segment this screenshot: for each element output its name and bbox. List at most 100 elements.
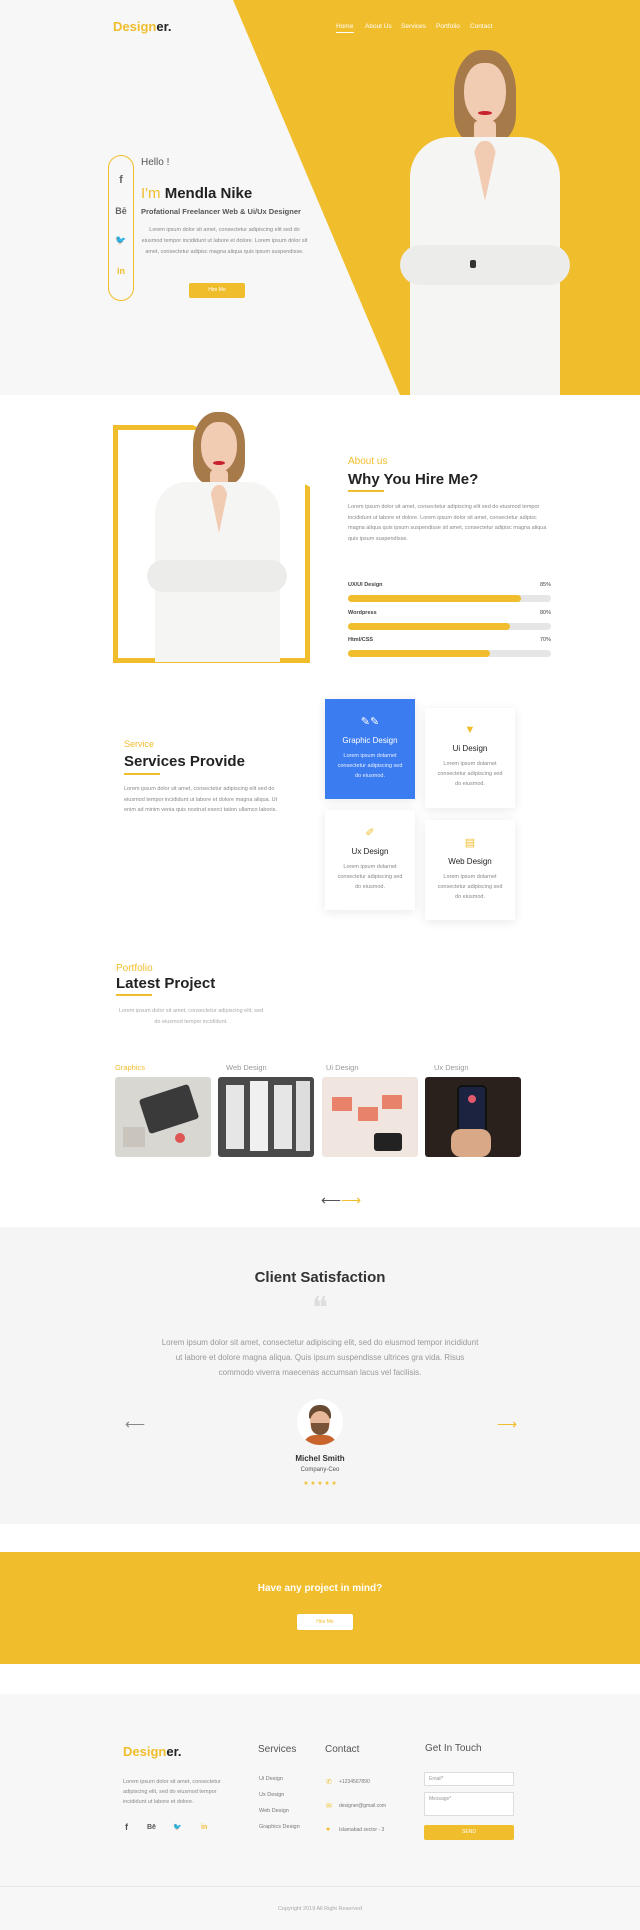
footer-link-ui-design[interactable]: Ui Design [259, 1776, 283, 1782]
send-button[interactable]: SEND [424, 1825, 514, 1840]
footer-contact-title: Contact [325, 1744, 360, 1755]
project-image-web-design[interactable] [218, 1077, 314, 1157]
rating-stars-icon: ★ ★ ★ ★ ★ [303, 1481, 337, 1487]
about-portrait-image [135, 410, 300, 662]
service-card-graphic-design[interactable]: ✎✎ Graphic Design Lorem ipsum dolarnet c… [325, 699, 415, 799]
service-card-ux-design[interactable]: ✐ Ux Design Lorem ipsum dolarnet consect… [325, 810, 415, 910]
footer-link-web-design[interactable]: Web Design [259, 1808, 289, 1814]
skill-bar [348, 650, 551, 657]
service-card-title: Web Design [448, 857, 492, 866]
testimonial-title: Client Satisfaction [254, 1269, 386, 1286]
services-text: Lorem ipsum dolor sit amet, consectetur … [124, 786, 278, 813]
footer-link-graphics-design[interactable]: Graphics Design [259, 1824, 300, 1830]
avatar [297, 1399, 343, 1445]
nav-services[interactable]: Services [401, 23, 426, 30]
portfolio-text: Lorem ipsum dolor sit amet, consectetur … [118, 1008, 264, 1025]
hero-section: Designer. Home About Us Services Portfol… [0, 0, 640, 395]
about-label: About us [348, 456, 388, 467]
hire-me-button[interactable]: Hire Me [189, 283, 245, 298]
palette-icon: ✎✎ [360, 716, 380, 728]
service-card-text: Lorem ipsum dolarnet consectetur adipisc… [437, 761, 503, 787]
footer-link-ux-design[interactable]: Ux Design [259, 1792, 284, 1798]
portfolio-underline [116, 994, 152, 996]
skill-percent: 70% [539, 637, 551, 643]
service-card-text: Lorem ipsum dolarnet consectetur adipisc… [337, 864, 403, 890]
footer-email-input[interactable]: Email* [424, 1772, 514, 1786]
skill-bar-fill [348, 595, 521, 602]
tab-web-design[interactable]: Web Design [226, 1063, 267, 1072]
service-card-title: Ui Design [452, 744, 488, 753]
tab-graphics[interactable]: Graphics [115, 1063, 145, 1072]
portfolio-label: Portfolio [116, 963, 153, 974]
service-card-web-design[interactable]: ▤ Web Design Lorem ipsum dolarnet consec… [425, 820, 515, 920]
portfolio-title: Latest Project [116, 975, 216, 992]
client-name: Michel Smith [295, 1454, 345, 1463]
copyright: Copyright 2019 All Right Reserved [277, 1906, 363, 1912]
service-card-title: Ux Design [351, 847, 389, 856]
service-card-title: Graphic Design [342, 736, 398, 745]
footer-facebook-icon[interactable]: f [125, 1822, 128, 1832]
services-label: Service [124, 739, 155, 749]
facebook-icon[interactable]: f [109, 174, 133, 186]
skill-bar [348, 595, 551, 602]
service-card-text: Lorem ipsum dolarnet consectetur adipisc… [437, 874, 503, 900]
linkedin-icon[interactable]: in [109, 266, 133, 276]
skill-bar-fill [348, 650, 491, 657]
hero-portrait-image [380, 45, 590, 395]
mail-icon: ✉ [326, 1803, 332, 1810]
testimonial-prev-arrow[interactable]: ⟵ [125, 1416, 145, 1433]
hero-description: Lorem ipsum dolor sit amet, consectetur … [141, 227, 308, 255]
skill-name: UX/UI Design [348, 582, 383, 588]
skill-bar-fill [348, 623, 511, 630]
edit-icon: ✐ [365, 827, 375, 839]
footer-twitter-icon[interactable]: 🐦 [173, 1823, 182, 1831]
nav-active-underline [336, 32, 354, 33]
about-title: Why You Hire Me? [348, 471, 479, 488]
quote-icon: ❝ [311, 1292, 329, 1325]
browser-icon: ▤ [464, 837, 476, 849]
logo[interactable]: Designer. [113, 19, 172, 34]
cta-hire-me-button[interactable]: Hire Me [297, 1614, 353, 1630]
project-image-graphics[interactable] [115, 1077, 211, 1157]
service-card-ui-design[interactable]: ▼ Ui Design Lorem ipsum dolarnet consect… [425, 708, 515, 808]
cta-section: Have any project in mind? Hire Me [0, 1552, 640, 1664]
testimonial-text: Lorem ipsum dolor sit amet, consectetur … [161, 1338, 479, 1377]
nav-portfolio[interactable]: Portfolio [436, 23, 460, 30]
skill-percent: 80% [539, 610, 551, 616]
hero-name: I'm Mendla Nike [141, 185, 253, 202]
services-underline [124, 773, 160, 775]
brush-icon: ▼ [464, 724, 476, 736]
tab-ui-design[interactable]: Ui Design [326, 1063, 359, 1072]
twitter-icon[interactable]: 🐦 [109, 235, 133, 246]
footer-divider [0, 1886, 640, 1887]
footer-message-input[interactable]: Message* [424, 1792, 514, 1816]
tab-ux-design[interactable]: Ux Design [434, 1063, 469, 1072]
footer-logo[interactable]: Designer. [123, 1744, 182, 1759]
portfolio-prev-arrow[interactable]: ⟵ [321, 1192, 341, 1209]
portfolio-next-arrow[interactable]: ⟶ [341, 1192, 361, 1209]
nav-contact[interactable]: Contact [470, 23, 492, 30]
hero-social-bar: f Bē 🐦 in [108, 155, 134, 301]
footer-linkedin-icon[interactable]: in [201, 1824, 207, 1831]
footer-get-in-touch-title: Get In Touch [425, 1743, 482, 1754]
about-underline [348, 490, 384, 492]
testimonial-section: Client Satisfaction ❝ Lorem ipsum dolor … [0, 1227, 640, 1524]
project-image-ux-design[interactable] [425, 1077, 521, 1157]
hero-greeting: Hello ! [141, 157, 170, 168]
footer-address: Islamabad sector - 3 [339, 1827, 385, 1833]
project-image-ui-design[interactable] [322, 1077, 418, 1157]
footer-phone: +1234567890 [339, 1779, 370, 1785]
footer-email: designer@gmail.com [339, 1803, 387, 1809]
behance-icon[interactable]: Bē [109, 206, 133, 216]
nav-home[interactable]: Home [336, 23, 353, 30]
footer-behance-icon[interactable]: Bē [147, 1824, 156, 1831]
skills-list: UX/UI Design 85% Wordpress 80% Html/CSS … [348, 582, 551, 662]
skill-name: Html/CSS [348, 637, 374, 643]
testimonial-next-arrow[interactable]: ⟶ [497, 1416, 517, 1433]
nav-about[interactable]: About Us [365, 23, 392, 30]
phone-icon: ✆ [326, 1779, 332, 1786]
skill-name: Wordpress [348, 610, 377, 616]
service-card-text: Lorem ipsum dolarnet consectetur adipisc… [337, 753, 403, 779]
hero-role: Profational Freelancer Web & Ui/Ux Desig… [141, 207, 301, 216]
about-text: Lorem ipsum dolor sit amet, consectetur … [348, 504, 547, 542]
